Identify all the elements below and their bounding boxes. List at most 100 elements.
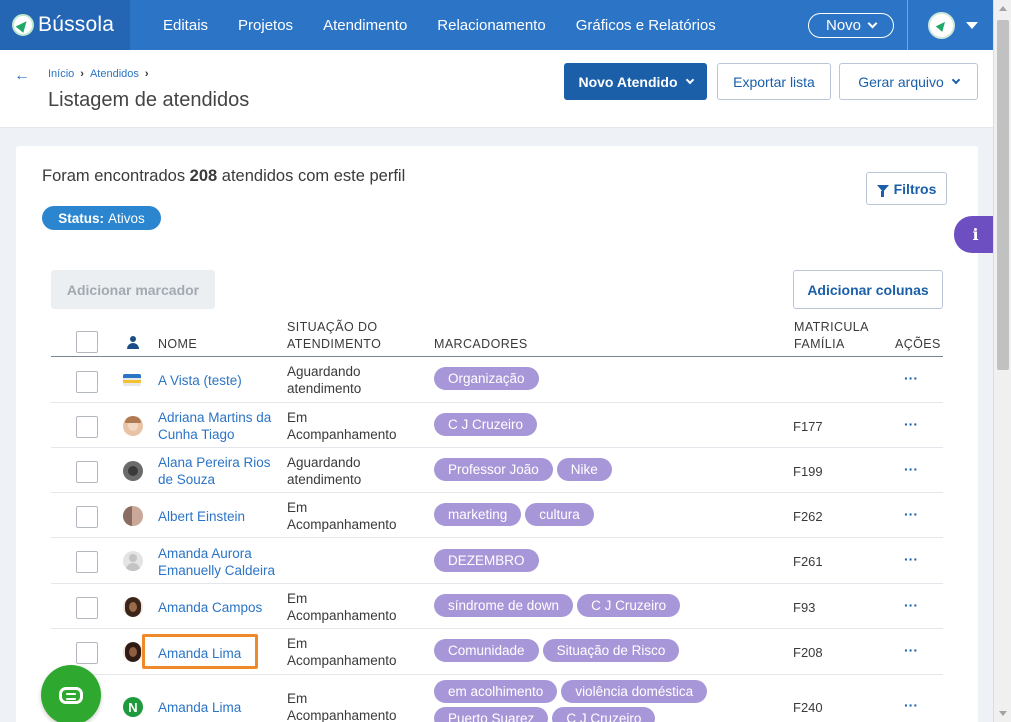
card-thumbnail-icon: [123, 374, 141, 386]
table-row[interactable]: Albert Einstein Em Acompanhamento market…: [51, 493, 943, 538]
status-filter-badge[interactable]: Status: Ativos: [42, 206, 161, 230]
row-checkbox[interactable]: [76, 416, 98, 438]
tag[interactable]: cultura: [525, 503, 594, 526]
tag[interactable]: DEZEMBRO: [434, 549, 539, 572]
row-name-line1: Adriana Martins da: [158, 410, 272, 425]
scroll-thumb[interactable]: [997, 20, 1009, 370]
vertical-scrollbar[interactable]: [993, 0, 1011, 722]
row-checkbox[interactable]: [76, 461, 98, 483]
row-checkbox[interactable]: [76, 371, 98, 393]
table-row[interactable]: Adriana Martins da Cunha Tiago Em Acompa…: [51, 403, 943, 448]
nav-item-editais[interactable]: Editais: [148, 17, 223, 34]
filter-icon: [876, 185, 889, 197]
row-checkbox[interactable]: [76, 506, 98, 528]
row-situacao: Em Acompanhamento: [287, 590, 427, 624]
row-situacao-line2: Acompanhamento: [287, 517, 397, 532]
exportar-lista-label: Exportar lista: [733, 73, 815, 90]
novo-dropdown-button[interactable]: Novo: [808, 13, 894, 38]
header-matricula[interactable]: MATRICULA FAMÍLIA: [794, 319, 869, 353]
avatar: [123, 416, 143, 436]
tag[interactable]: violência doméstica: [561, 680, 708, 703]
novo-atendido-button[interactable]: Novo Atendido: [564, 63, 707, 100]
header-matricula-line2: FAMÍLIA: [794, 337, 845, 351]
avatar: [123, 506, 143, 526]
row-name-link[interactable]: A Vista (teste): [158, 372, 283, 389]
add-columns-button[interactable]: Adicionar colunas: [793, 270, 943, 309]
tag[interactable]: em acolhimento: [434, 680, 558, 703]
exportar-lista-button[interactable]: Exportar lista: [717, 63, 831, 100]
row-actions-menu-icon[interactable]: ···: [904, 551, 918, 567]
row-actions-menu-icon[interactable]: ···: [904, 597, 918, 613]
chevron-down-icon: [867, 18, 878, 29]
select-all-checkbox[interactable]: [76, 331, 98, 353]
table-row[interactable]: Amanda Campos Em Acompanhamento síndrome…: [51, 584, 943, 629]
nav-item-atendimento[interactable]: Atendimento: [308, 17, 422, 34]
gerar-arquivo-label: Gerar arquivo: [858, 73, 944, 90]
tag[interactable]: marketing: [434, 503, 522, 526]
tag[interactable]: Comunidade: [434, 639, 539, 662]
tag[interactable]: C J Cruzeiro: [552, 707, 656, 722]
row-actions-menu-icon[interactable]: ···: [904, 370, 918, 386]
gerar-arquivo-button[interactable]: Gerar arquivo: [839, 63, 978, 100]
status-key: Status:: [58, 210, 104, 226]
tag[interactable]: síndrome de down: [434, 594, 574, 617]
row-name-link[interactable]: Albert Einstein: [158, 508, 283, 525]
chat-button[interactable]: [41, 665, 101, 722]
breadcrumb-inicio[interactable]: Início: [48, 68, 74, 80]
row-actions-menu-icon[interactable]: ···: [904, 642, 918, 658]
row-name-link[interactable]: Adriana Martins da Cunha Tiago: [158, 409, 283, 443]
row-situacao: Aguardando atendimento: [287, 363, 427, 397]
row-checkbox[interactable]: [76, 642, 98, 664]
info-icon[interactable]: i: [954, 216, 993, 253]
nav-item-graficos[interactable]: Gráficos e Relatórios: [561, 17, 731, 34]
app-logo[interactable]: Bússola: [0, 0, 130, 50]
tag[interactable]: Situação de Risco: [542, 639, 680, 662]
row-name-line2: Cunha Tiago: [158, 427, 235, 442]
table-row[interactable]: N Amanda Lima Em Acompanhamento em acolh…: [51, 675, 943, 722]
nav-item-relacionamento[interactable]: Relacionamento: [422, 17, 560, 34]
row-name-line1: Amanda Lima: [158, 700, 242, 715]
scroll-up-arrow-icon[interactable]: [999, 6, 1007, 11]
scroll-down-arrow-icon[interactable]: [999, 711, 1007, 716]
breadcrumb: Início › Atendidos ›: [48, 68, 149, 80]
row-matricula: F93: [793, 600, 816, 615]
summary-suffix: atendidos com este perfil: [221, 167, 406, 185]
table-row[interactable]: Alana Pereira Rios de Souza Aguardando a…: [51, 448, 943, 493]
row-actions-menu-icon[interactable]: ···: [904, 461, 918, 477]
header-nome[interactable]: NOME: [158, 336, 197, 353]
row-tags: C J Cruzeiro: [434, 413, 764, 436]
table-row[interactable]: Amanda Aurora Emanuelly Caldeira DEZEMBR…: [51, 538, 943, 584]
row-name-link[interactable]: Amanda Campos: [158, 599, 283, 616]
row-name-line1: A Vista (teste): [158, 373, 242, 388]
back-arrow-icon[interactable]: ←: [14, 67, 30, 85]
tag[interactable]: Organização: [434, 367, 539, 390]
add-marker-button[interactable]: Adicionar marcador: [51, 270, 215, 309]
avatar: N: [123, 697, 143, 717]
row-name-link[interactable]: Amanda Aurora Emanuelly Caldeira: [158, 545, 283, 579]
row-actions-menu-icon[interactable]: ···: [904, 416, 918, 432]
user-menu-caret-icon[interactable]: [966, 22, 978, 29]
tag[interactable]: Professor João: [434, 458, 553, 481]
status-value: Ativos: [108, 210, 145, 226]
row-checkbox[interactable]: [76, 597, 98, 619]
row-actions-menu-icon[interactable]: ···: [904, 506, 918, 522]
nav-item-projetos[interactable]: Projetos: [223, 17, 308, 34]
header-marcadores[interactable]: MARCADORES: [434, 336, 528, 353]
filtros-button[interactable]: Filtros: [866, 172, 947, 205]
row-name-link[interactable]: Alana Pereira Rios de Souza: [158, 454, 283, 488]
row-actions-menu-icon[interactable]: ···: [904, 697, 918, 713]
breadcrumb-atendidos[interactable]: Atendidos: [90, 68, 139, 80]
tag[interactable]: Nike: [556, 458, 612, 481]
row-situacao: Em Acompanhamento: [287, 409, 427, 443]
nav-divider: [907, 0, 908, 50]
header-situacao[interactable]: SITUAÇÃO DO ATENDIMENTO: [287, 319, 381, 353]
tag[interactable]: Puerto Suarez: [434, 707, 549, 722]
tag[interactable]: C J Cruzeiro: [434, 413, 538, 436]
row-checkbox[interactable]: [76, 551, 98, 573]
user-avatar[interactable]: [928, 12, 955, 39]
novo-label: Novo: [825, 17, 862, 34]
tag[interactable]: C J Cruzeiro: [577, 594, 681, 617]
novo-atendido-label: Novo Atendido: [578, 73, 678, 90]
row-name-link[interactable]: Amanda Lima: [158, 699, 283, 716]
table-row[interactable]: A Vista (teste) Aguardando atendimento O…: [51, 357, 943, 403]
